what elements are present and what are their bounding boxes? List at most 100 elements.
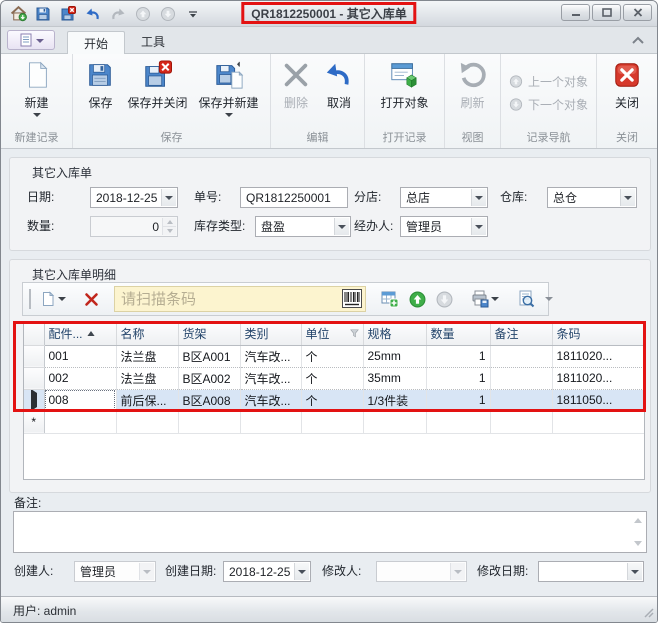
- minimize-button[interactable]: [561, 4, 590, 21]
- delete-row-button[interactable]: [81, 287, 102, 311]
- close-window-button[interactable]: [623, 4, 652, 21]
- header-row: 配件... 名称 货架 类别 单位 规格 数量 备注 条码: [24, 323, 644, 345]
- col-header-name[interactable]: 名称: [116, 323, 178, 345]
- close-button[interactable]: 关闭: [606, 57, 648, 113]
- creator-combo: 管理员: [74, 561, 156, 582]
- app-home-icon[interactable]: [9, 5, 27, 23]
- new-button[interactable]: 新建: [16, 57, 58, 119]
- save-new-button[interactable]: 保存并新建: [194, 57, 264, 119]
- warehouse-label: 仓库:: [500, 187, 527, 208]
- barcode-icon: [342, 289, 362, 311]
- export-button[interactable]: [468, 287, 502, 311]
- ribbon-group-new-record: 新建 新建记录: [1, 54, 73, 148]
- group-label: 视图: [445, 130, 500, 148]
- preview-button[interactable]: [514, 287, 538, 311]
- green-up-icon: [409, 291, 426, 308]
- application-menu-button[interactable]: [7, 30, 55, 50]
- remarks-textarea[interactable]: [13, 511, 647, 553]
- client-area: 其它入库单 日期: 2018-12-25 单号: QR1812250001 分店…: [1, 149, 657, 623]
- new-caret-icon: [33, 113, 41, 117]
- save-close-button[interactable]: 保存并关闭: [122, 57, 192, 113]
- branch-combo[interactable]: 总店: [400, 187, 488, 208]
- ribbon: 新建 新建记录 保存 保存并关闭: [1, 53, 657, 149]
- col-header-unit[interactable]: 单位: [301, 323, 363, 345]
- collapse-ribbon-icon[interactable]: [631, 34, 645, 48]
- modify-date-label: 修改日期:: [477, 561, 528, 582]
- group-label: 记录导航: [501, 130, 596, 148]
- delete-button: 删除: [275, 57, 317, 113]
- export-print-icon: [471, 290, 489, 308]
- app-window: QR1812250001 - 其它入库单 开始 工具 新: [0, 0, 658, 623]
- ribbon-group-save: 保存 保存并关闭 保存并新建 保存: [73, 54, 271, 148]
- branch-label: 分店:: [354, 187, 381, 208]
- magnifier-doc-icon: [517, 290, 535, 308]
- stock-type-combo[interactable]: 盘盈: [255, 216, 351, 237]
- barcode-scan-input[interactable]: [114, 286, 366, 312]
- ribbon-group-view: 刷新 视图: [445, 54, 501, 148]
- modify-date-combo[interactable]: [538, 561, 644, 582]
- choose-columns-button[interactable]: [378, 287, 402, 311]
- status-user: 用户: admin: [13, 602, 76, 619]
- creator-label: 创建人:: [14, 561, 53, 582]
- group-label: 打开记录: [365, 130, 444, 148]
- warehouse-combo[interactable]: 总仓: [547, 187, 637, 208]
- save-icon: [84, 59, 116, 91]
- col-header-barcode[interactable]: 条码: [552, 323, 644, 345]
- group-label: 新建记录: [1, 130, 72, 148]
- overflow-caret-icon: [545, 297, 553, 301]
- add-row-caret-icon: [58, 297, 66, 301]
- red-x-icon: [84, 292, 99, 307]
- handler-combo[interactable]: 管理员: [400, 216, 488, 237]
- detail-grid: 配件... 名称 货架 类别 单位 规格 数量 备注 条码 001 法兰盘: [23, 322, 645, 480]
- refresh-button: 刷新: [452, 57, 494, 113]
- open-object-icon: [388, 59, 420, 91]
- col-header-shelf[interactable]: 货架: [178, 323, 240, 345]
- document-icon: [19, 33, 33, 47]
- save-close-icon[interactable]: [59, 5, 77, 23]
- undo-arrow-icon: [323, 59, 355, 91]
- save-new-caret-icon: [225, 113, 233, 117]
- col-header-remark[interactable]: 备注: [490, 323, 552, 345]
- col-header-partno[interactable]: 配件...: [44, 323, 116, 345]
- next-object-icon: [159, 5, 177, 23]
- detail-table: 配件... 名称 货架 类别 单位 规格 数量 备注 条码 001 法兰盘: [24, 323, 645, 434]
- qty-spinner[interactable]: 0: [90, 216, 178, 237]
- toolbar-overflow-button[interactable]: [542, 287, 556, 311]
- toolbar-grip[interactable]: [29, 289, 31, 309]
- tab-tools[interactable]: 工具: [125, 30, 181, 53]
- redo-icon: [109, 5, 127, 23]
- table-row: 002 法兰盘 B区A002 汽车改... 个 35mm 1 1811020..…: [24, 367, 644, 389]
- maximize-button[interactable]: [592, 4, 621, 21]
- status-bar: 用户: admin: [1, 596, 657, 623]
- date-combo[interactable]: 2018-12-25: [90, 187, 178, 208]
- circle-down-icon: [509, 97, 523, 112]
- current-row-icon: [31, 389, 37, 411]
- ribbon-tab-row: 开始 工具: [1, 27, 657, 53]
- undo-icon[interactable]: [84, 5, 102, 23]
- qat-dropdown-icon[interactable]: [184, 5, 202, 23]
- sort-asc-icon: [87, 331, 95, 336]
- new-row: *: [24, 411, 644, 433]
- cancel-button[interactable]: 取消: [318, 57, 360, 113]
- move-up-button[interactable]: [406, 287, 429, 311]
- create-date-combo[interactable]: 2018-12-25: [223, 561, 311, 582]
- prev-object-icon: [134, 5, 152, 23]
- group-label: 编辑: [271, 130, 364, 148]
- col-header-spec[interactable]: 规格: [363, 323, 426, 345]
- order-no-input[interactable]: QR1812250001: [240, 187, 348, 208]
- scroll-down-icon: [634, 541, 642, 546]
- ribbon-group-close: 关闭 关闭: [597, 54, 657, 148]
- resize-grip[interactable]: [642, 606, 654, 621]
- add-row-button[interactable]: [37, 287, 69, 311]
- tab-start[interactable]: 开始: [67, 31, 125, 54]
- close-red-icon: [611, 59, 643, 91]
- col-header-qty[interactable]: 数量: [426, 323, 490, 345]
- save-button[interactable]: 保存: [79, 57, 121, 113]
- table-add-icon: [381, 290, 399, 308]
- group-label: 关闭: [597, 130, 657, 148]
- qty-label: 数量:: [27, 216, 54, 237]
- save-close-icon: [141, 59, 173, 91]
- col-header-category[interactable]: 类别: [240, 323, 301, 345]
- save-icon[interactable]: [34, 5, 52, 23]
- open-object-button[interactable]: 打开对象: [375, 57, 433, 113]
